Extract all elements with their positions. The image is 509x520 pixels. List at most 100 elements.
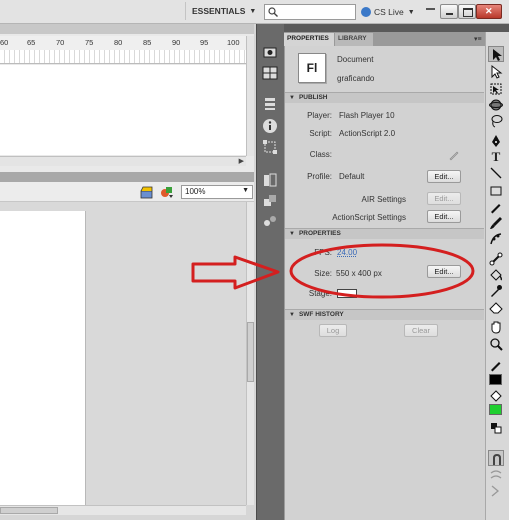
- components-icon[interactable]: [262, 193, 278, 209]
- panel-drag-bar[interactable]: [284, 24, 485, 32]
- smooth-icon[interactable]: [488, 467, 504, 483]
- size-edit-button[interactable]: Edit...: [427, 265, 461, 278]
- transform-icon[interactable]: [262, 139, 278, 155]
- scrollbar-thumb[interactable]: [247, 322, 254, 382]
- ruler-tick: 75: [85, 38, 94, 47]
- log-button[interactable]: Log: [319, 324, 347, 337]
- actionscript-settings-edit-button[interactable]: Edit...: [427, 210, 461, 223]
- behaviors-icon[interactable]: [262, 213, 278, 229]
- straighten-icon[interactable]: [488, 483, 504, 499]
- pencil-icon[interactable]: [448, 149, 460, 161]
- deco-tool-icon[interactable]: [488, 231, 504, 247]
- cs-live-menu[interactable]: CS Live ▼: [361, 4, 421, 20]
- chevron-down-icon: ▼: [407, 8, 415, 16]
- pencil-tool-icon[interactable]: [488, 199, 504, 215]
- info-icon[interactable]: [262, 118, 278, 134]
- collapse-triangle-icon: ▼: [289, 231, 295, 237]
- align-icon[interactable]: [262, 65, 278, 81]
- ruler-tick: 60: [0, 38, 9, 47]
- tools-drag-bar[interactable]: [485, 24, 509, 32]
- air-settings-edit-button[interactable]: Edit...: [427, 192, 461, 205]
- bone-tool-icon[interactable]: [488, 251, 504, 267]
- fill-color-swatch[interactable]: [489, 404, 502, 415]
- size-value: 550 x 400 px: [336, 269, 382, 278]
- selection-tool-icon[interactable]: [488, 46, 504, 62]
- air-settings-label: AIR Settings: [361, 195, 406, 204]
- text-tool-icon[interactable]: T: [488, 149, 504, 165]
- properties-header-label: PROPERTIES: [298, 230, 341, 237]
- window-maximize-button[interactable]: [458, 4, 476, 19]
- edit-scene-icon[interactable]: [140, 185, 154, 199]
- stage-vertical-scrollbar[interactable]: [246, 202, 254, 505]
- profile-edit-button[interactable]: Edit...: [427, 170, 461, 183]
- stage-label: Stage:: [308, 289, 332, 298]
- scrollbar-thumb[interactable]: [0, 507, 58, 514]
- search-icon: [268, 7, 278, 17]
- clear-button[interactable]: Clear: [404, 324, 438, 337]
- chevron-down-icon: ▼: [242, 187, 249, 194]
- profile-value: Default: [339, 172, 365, 181]
- minimize-panel-icon[interactable]: [426, 8, 435, 10]
- script-value: ActionScript 2.0: [339, 129, 396, 138]
- frame-cells[interactable]: [0, 50, 246, 64]
- stroke-color-icon[interactable]: [488, 357, 504, 373]
- library-icon[interactable]: [262, 172, 278, 188]
- ruler-tick: 85: [143, 38, 152, 47]
- timeline-horizontal-scrollbar[interactable]: ▶: [0, 156, 246, 166]
- rectangle-tool-icon[interactable]: [488, 183, 504, 199]
- snap-magnet-icon[interactable]: [488, 450, 504, 466]
- color-icon[interactable]: [262, 96, 278, 112]
- swap-colors-icon[interactable]: [488, 420, 504, 436]
- document-name[interactable]: graficando: [337, 74, 374, 83]
- stage-tab-bar: [0, 172, 254, 182]
- fill-color-icon[interactable]: [488, 388, 504, 404]
- document-type: Document: [337, 55, 374, 64]
- paint-bucket-icon[interactable]: [488, 267, 504, 283]
- hand-tool-icon[interactable]: [488, 319, 504, 335]
- edit-symbol-icon[interactable]: [160, 185, 174, 199]
- frame-ruler[interactable]: 60 65 70 75 80 85 90 95 100: [0, 36, 246, 50]
- ruler-tick: 80: [114, 38, 123, 47]
- stage-color-swatch[interactable]: [337, 289, 357, 298]
- chevron-down-icon: ▼: [249, 7, 257, 15]
- stroke-color-swatch[interactable]: [489, 374, 502, 385]
- free-transform-icon[interactable]: [488, 81, 504, 97]
- zoom-select[interactable]: 100% ▼: [181, 185, 253, 199]
- timeline-vertical-scrollbar[interactable]: [246, 36, 254, 156]
- properties-section-header[interactable]: ▼ PROPERTIES: [285, 228, 484, 239]
- chevron-right-icon[interactable]: ▶: [239, 157, 244, 165]
- zoom-tool-icon[interactable]: [488, 336, 504, 352]
- subselection-tool-icon[interactable]: [488, 64, 504, 80]
- workspace-switcher[interactable]: ESSENTIALS ▼: [185, 2, 257, 20]
- swf-history-section-header[interactable]: ▼ SWF HISTORY: [285, 309, 484, 320]
- ruler-tick: 95: [200, 38, 209, 47]
- motion-presets-icon[interactable]: [262, 44, 278, 60]
- lasso-icon[interactable]: [488, 113, 504, 129]
- class-label: Class:: [309, 150, 332, 159]
- eraser-icon[interactable]: [488, 299, 504, 315]
- stage-horizontal-scrollbar[interactable]: [0, 505, 246, 515]
- profile-label: Profile:: [307, 172, 332, 181]
- document-icon: Fl: [298, 53, 326, 83]
- eyedropper-icon[interactable]: [488, 283, 504, 299]
- panel-menu-icon[interactable]: ▾≡: [474, 35, 483, 43]
- 3d-rotation-icon[interactable]: [488, 97, 504, 113]
- window-minimize-button[interactable]: [440, 4, 458, 19]
- brush-tool-icon[interactable]: [488, 215, 504, 231]
- line-tool-icon[interactable]: [488, 165, 504, 181]
- player-label: Player:: [307, 111, 332, 120]
- search-input[interactable]: [264, 4, 356, 20]
- window-close-button[interactable]: [476, 4, 502, 19]
- collapse-triangle-icon: ▼: [289, 95, 295, 101]
- timeline-header: [0, 24, 254, 34]
- timeline-layers-area[interactable]: [0, 65, 246, 155]
- tab-library[interactable]: LIBRARY: [335, 33, 373, 46]
- fps-value[interactable]: 24.00: [337, 248, 357, 257]
- publish-section-header[interactable]: ▼ PUBLISH: [285, 92, 484, 103]
- ruler-tick: 100: [227, 38, 240, 47]
- stage-canvas[interactable]: [0, 211, 86, 506]
- actionscript-settings-label: ActionScript Settings: [332, 213, 406, 222]
- tab-properties[interactable]: PROPERTIES: [284, 33, 334, 46]
- script-label: Script:: [309, 129, 332, 138]
- pen-icon[interactable]: [488, 133, 504, 149]
